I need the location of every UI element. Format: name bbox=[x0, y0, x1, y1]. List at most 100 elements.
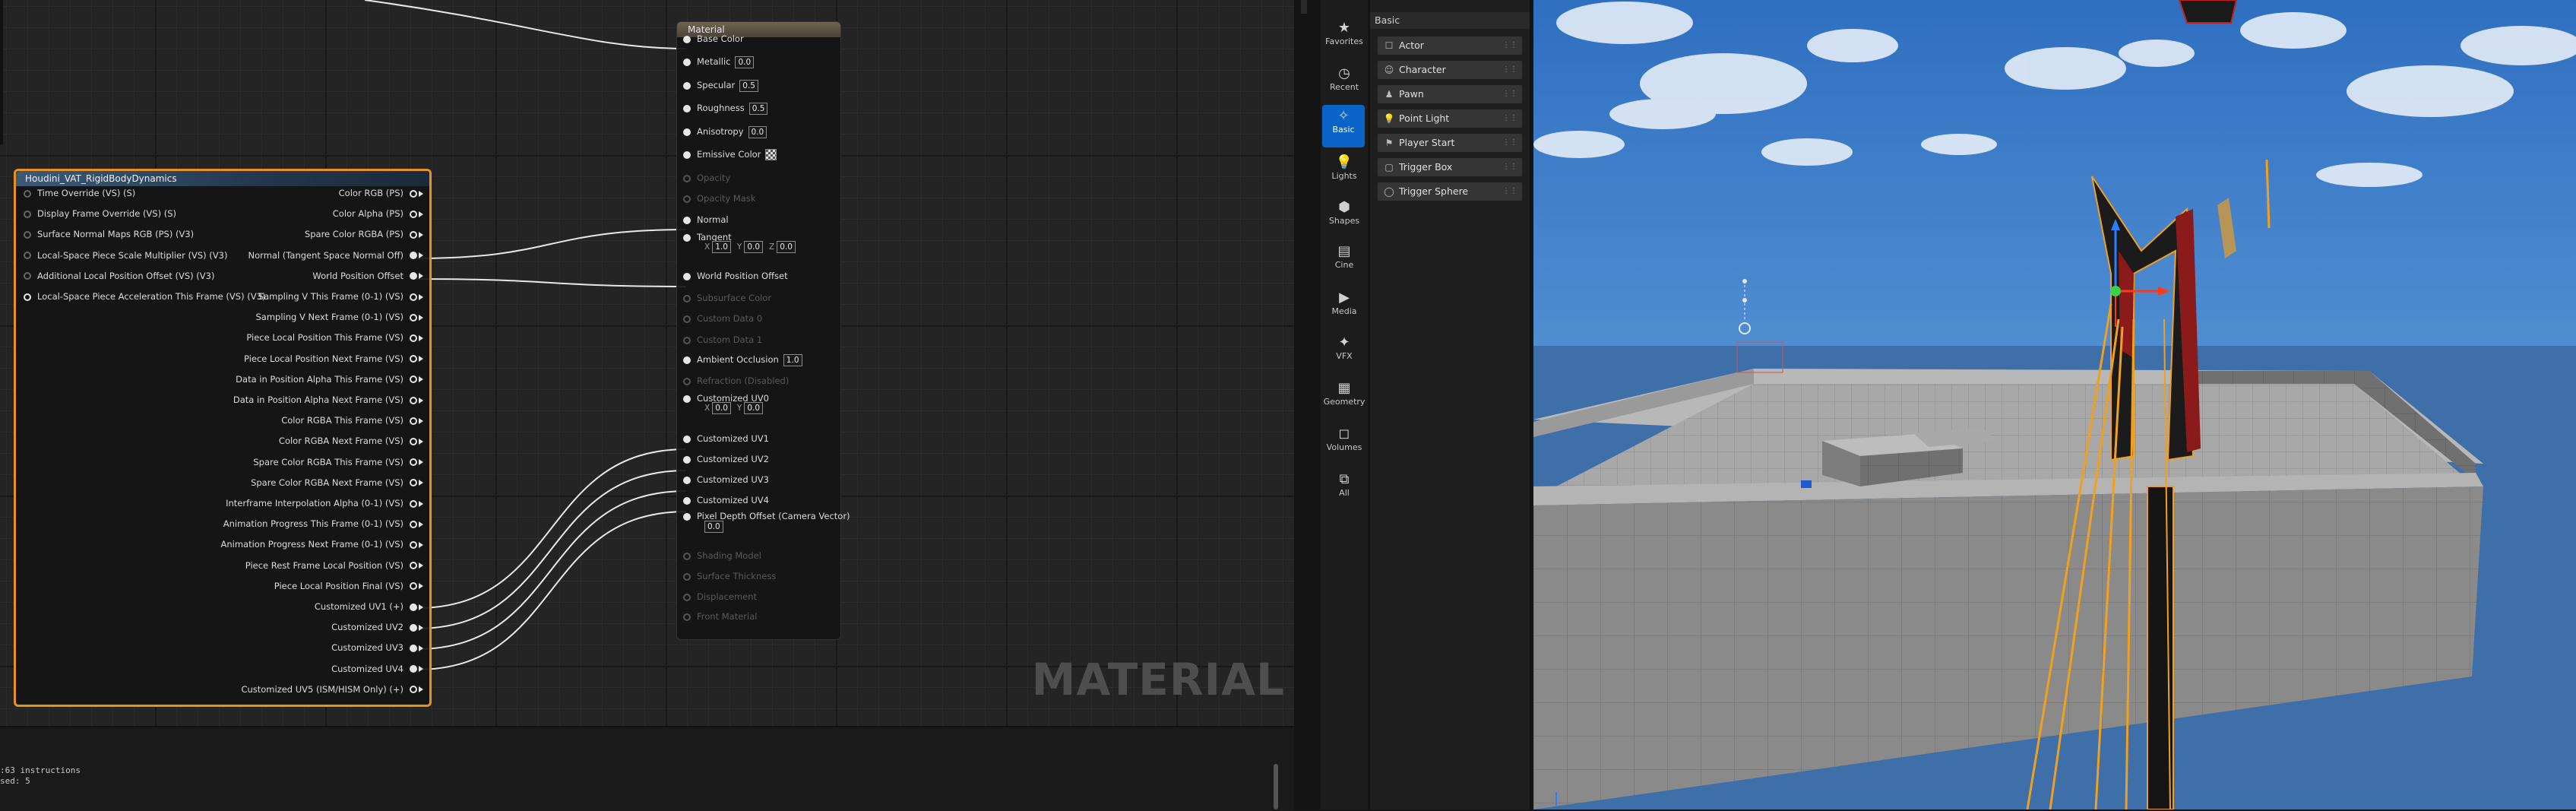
material-pin-customized-uv3[interactable]: Customized UV3 bbox=[683, 470, 769, 490]
houdini-output-pin[interactable]: World Position Offset bbox=[312, 266, 423, 287]
pin-socket[interactable] bbox=[683, 150, 691, 159]
pin-socket[interactable] bbox=[683, 394, 691, 403]
pin-socket[interactable] bbox=[24, 189, 31, 198]
drag-handle-icon[interactable]: ⋮⋮ bbox=[1502, 109, 1517, 128]
houdini-input-pin[interactable]: Surface Normal Maps RGB (PS) (V3) bbox=[24, 224, 194, 245]
pin-value-input[interactable]: 0.5 bbox=[748, 102, 768, 115]
material-graph-canvas[interactable]: Material Base Color Metallic 0.0 Specular 0.… bbox=[0, 0, 1294, 726]
z-input[interactable]: 0.0 bbox=[777, 241, 796, 253]
category-lights[interactable]: 💡 Lights bbox=[1321, 151, 1368, 188]
material-pin-roughness[interactable]: Roughness 0.5 bbox=[683, 98, 768, 119]
pin-socket[interactable] bbox=[410, 458, 417, 467]
houdini-output-pin[interactable]: Sampling V This Frame (0-1) (VS) bbox=[258, 287, 423, 307]
category-volumes[interactable]: ◻ Volumes bbox=[1321, 423, 1368, 459]
pin-socket[interactable] bbox=[410, 334, 417, 342]
pin-socket[interactable] bbox=[24, 293, 31, 301]
pin-socket[interactable] bbox=[410, 644, 417, 652]
pin-socket[interactable] bbox=[410, 499, 417, 508]
material-output-node[interactable]: Material Base Color Metallic 0.0 Specular 0.… bbox=[676, 21, 850, 640]
material-pin-specular[interactable]: Specular 0.5 bbox=[683, 75, 758, 96]
y-input[interactable]: 0.0 bbox=[744, 402, 764, 414]
pin-socket[interactable] bbox=[410, 665, 417, 673]
houdini-output-pin[interactable]: Data in Position Alpha This Frame (VS) bbox=[236, 369, 423, 390]
houdini-output-pin[interactable]: Piece Local Position Final (VS) bbox=[274, 576, 423, 597]
category-geometry[interactable]: ▦ Geometry bbox=[1321, 377, 1368, 413]
pin-value-input[interactable]: 0.0 bbox=[735, 55, 755, 68]
pin-socket[interactable] bbox=[683, 35, 691, 43]
houdini-output-pin[interactable]: Animation Progress This Frame (0-1) (VS) bbox=[223, 514, 423, 534]
pin-value-input[interactable]: 0.0 bbox=[748, 125, 767, 138]
pin-socket[interactable] bbox=[683, 216, 691, 224]
pin-socket[interactable] bbox=[410, 293, 417, 301]
houdini-output-pin[interactable]: Normal (Tangent Space Normal Off) bbox=[248, 246, 423, 266]
material-pin-emissive-color[interactable]: Emissive Color bbox=[683, 144, 777, 165]
divider[interactable] bbox=[1294, 0, 1321, 809]
pin-socket[interactable] bbox=[410, 252, 417, 260]
category-favorites[interactable]: ★ Favorites bbox=[1321, 17, 1368, 53]
pin-value-input[interactable]: 1.0 bbox=[783, 353, 802, 366]
houdini-output-pin[interactable]: Piece Rest Frame Local Position (VS) bbox=[245, 556, 423, 576]
houdini-output-pin[interactable]: Customized UV4 bbox=[331, 659, 423, 680]
houdini-output-pin[interactable]: Piece Local Position Next Frame (VS) bbox=[244, 349, 423, 369]
x-input[interactable]: 1.0 bbox=[712, 241, 731, 253]
category-shapes[interactable]: ⬢ Shapes bbox=[1321, 196, 1368, 233]
houdini-output-pin[interactable]: Color RGBA Next Frame (VS) bbox=[279, 431, 423, 451]
pin-socket[interactable] bbox=[410, 479, 417, 487]
pin-socket[interactable] bbox=[410, 623, 417, 632]
pin-socket[interactable] bbox=[683, 233, 691, 242]
pin-socket[interactable] bbox=[410, 355, 417, 363]
category-vfx[interactable]: ✦ VFX bbox=[1321, 331, 1368, 368]
pin-socket[interactable] bbox=[24, 230, 31, 239]
pin-socket[interactable] bbox=[410, 189, 417, 198]
pin-socket[interactable] bbox=[683, 512, 691, 521]
actor-item-point-light[interactable]: 💡 Point Light ⋮⋮ bbox=[1378, 109, 1522, 128]
pin-socket[interactable] bbox=[410, 313, 417, 322]
houdini-input-pin[interactable]: Local-Space Piece Acceleration This Fram… bbox=[24, 287, 265, 307]
material-pin-pixel-depth-offset-camera-vector[interactable]: Pixel Depth Offset (Camera Vector) 0.0 bbox=[683, 506, 850, 537]
pin-socket[interactable] bbox=[683, 476, 691, 484]
pin-socket[interactable] bbox=[24, 210, 31, 218]
category-cine[interactable]: ▤ Cine bbox=[1321, 240, 1368, 277]
houdini-output-pin[interactable]: Customized UV3 bbox=[331, 638, 423, 658]
houdini-output-pin[interactable]: Color RGBA This Frame (VS) bbox=[281, 410, 423, 431]
pin-socket[interactable] bbox=[410, 396, 417, 404]
drag-handle-icon[interactable]: ⋮⋮ bbox=[1502, 36, 1517, 55]
x-input[interactable]: 0.0 bbox=[712, 402, 731, 414]
pin-socket[interactable] bbox=[410, 562, 417, 570]
houdini-output-pin[interactable]: Sampling V Next Frame (0-1) (VS) bbox=[256, 307, 423, 328]
pin-socket[interactable] bbox=[683, 58, 691, 66]
pin-socket[interactable] bbox=[410, 230, 417, 239]
material-pin-ambient-occlusion[interactable]: Ambient Occlusion 1.0 bbox=[683, 350, 802, 370]
material-pin-tangent[interactable]: Tangent X 1.0 Y 0.0 Z 0.0 bbox=[683, 227, 796, 258]
level-viewport[interactable] bbox=[1533, 0, 2576, 809]
drag-handle-icon[interactable]: ⋮⋮ bbox=[1502, 182, 1517, 201]
houdini-output-pin[interactable]: Spare Color RGBA This Frame (VS) bbox=[253, 452, 423, 473]
pin-socket[interactable] bbox=[410, 540, 417, 549]
material-pin-world-position-offset[interactable]: World Position Offset bbox=[683, 266, 788, 287]
pin-socket[interactable] bbox=[24, 252, 31, 260]
pin-value-input[interactable]: 0.5 bbox=[739, 79, 758, 92]
houdini-vat-node[interactable]: Houdini_VAT_RigidBodyDynamics Time Overr… bbox=[14, 169, 432, 707]
pin-socket[interactable] bbox=[683, 435, 691, 443]
panel-tab-handle[interactable] bbox=[1301, 0, 1307, 14]
houdini-output-pin[interactable]: Color RGB (PS) bbox=[339, 183, 423, 204]
material-pin-metallic[interactable]: Metallic 0.0 bbox=[683, 52, 755, 72]
pin-socket[interactable] bbox=[410, 520, 417, 528]
houdini-input-pin[interactable]: Local-Space Piece Scale Multiplier (VS) … bbox=[24, 246, 227, 266]
houdini-output-pin[interactable]: Customized UV5 (ISM/HISM Only) (+) bbox=[241, 680, 423, 700]
actor-item-pawn[interactable]: ♟ Pawn ⋮⋮ bbox=[1378, 85, 1522, 103]
material-pin-customized-uv1[interactable]: Customized UV1 bbox=[683, 429, 769, 449]
pin-socket[interactable] bbox=[683, 455, 691, 464]
houdini-output-pin[interactable]: Spare Color RGBA Next Frame (VS) bbox=[251, 473, 423, 493]
houdini-output-pin[interactable]: Customized UV2 bbox=[331, 617, 423, 638]
drag-handle-icon[interactable]: ⋮⋮ bbox=[1502, 158, 1517, 176]
pin-socket[interactable] bbox=[683, 496, 691, 505]
houdini-input-pin[interactable]: Additional Local Position Offset (VS) (V… bbox=[24, 266, 214, 287]
houdini-input-pin[interactable]: Time Override (VS) (S) bbox=[24, 183, 135, 204]
pin-socket[interactable] bbox=[410, 686, 417, 694]
category-basic[interactable]: ✧ Basic bbox=[1322, 105, 1365, 147]
y-input[interactable]: 0.0 bbox=[744, 241, 764, 253]
houdini-output-pin[interactable]: Customized UV1 (+) bbox=[315, 597, 423, 617]
material-pin-base-color[interactable]: Base Color bbox=[683, 29, 744, 49]
houdini-output-pin[interactable]: Color Alpha (PS) bbox=[333, 204, 423, 224]
